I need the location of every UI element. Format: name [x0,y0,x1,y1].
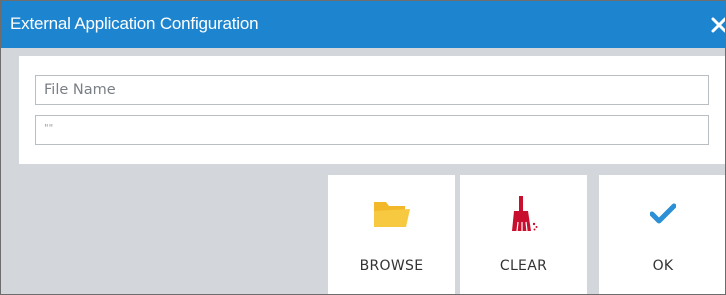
ok-label: OK [652,258,674,274]
broom-icon [511,196,537,232]
checkmark-icon [650,203,676,224]
dialog-title: External Application Configuration [10,14,259,33]
path-input[interactable] [35,115,709,145]
close-icon [711,17,725,33]
title-bar[interactable]: External Application Configuration [1,1,725,48]
ok-button[interactable]: OK [599,175,725,294]
browse-button[interactable]: BROWSE [328,175,455,294]
clear-label: CLEAR [499,258,548,274]
form-panel [19,56,725,164]
file-name-input[interactable] [35,75,709,105]
external-app-config-dialog: External Application Configuration BROWS… [0,0,726,295]
close-button[interactable] [707,9,725,39]
clear-button[interactable]: CLEAR [460,175,587,294]
browse-label: BROWSE [359,258,424,274]
folder-icon [373,202,410,227]
